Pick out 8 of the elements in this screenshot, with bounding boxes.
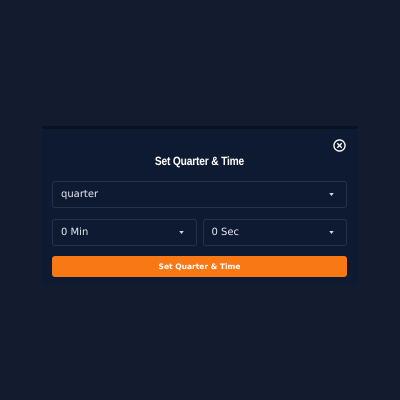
dialog-title: Set Quarter & Time bbox=[154, 154, 244, 168]
caret-icon bbox=[178, 231, 184, 234]
seconds-dropdown[interactable]: 0 Sec bbox=[202, 219, 347, 246]
close-icon[interactable] bbox=[333, 139, 346, 152]
minutes-dropdown[interactable]: 0 Min bbox=[52, 219, 196, 246]
caret-icon bbox=[329, 231, 334, 234]
caret-icon bbox=[329, 193, 334, 196]
quarter-dropdown[interactable]: quarter bbox=[52, 181, 347, 208]
